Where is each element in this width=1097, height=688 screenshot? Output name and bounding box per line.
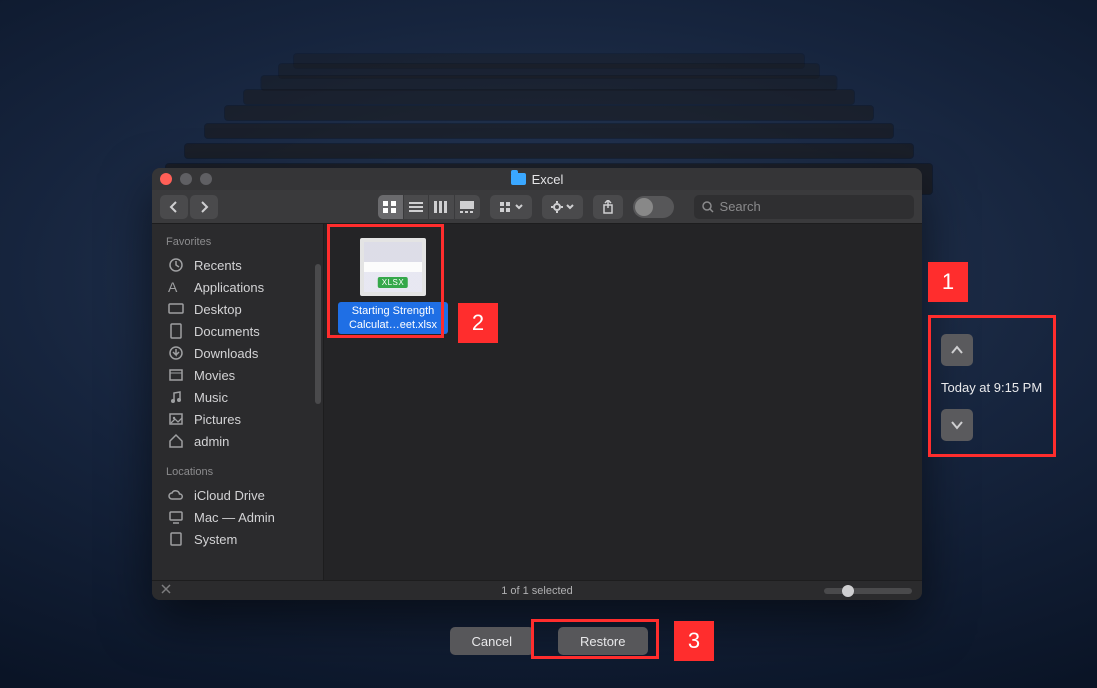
file-item[interactable]: XLSX Starting Strength Calculat…eet.xlsx [338,238,448,334]
chevron-left-icon [169,201,179,213]
doc-icon [168,323,184,339]
nav-back-button[interactable] [160,195,188,219]
timeline-timestamp: Today at 9:15 PM [941,380,1043,395]
home-icon [168,433,184,449]
share-button[interactable] [593,195,623,219]
view-gallery-button[interactable] [455,195,480,219]
titlebar[interactable]: Excel [152,168,922,190]
bottom-buttons: Cancel Restore [0,627,1097,655]
view-column-button[interactable] [429,195,455,219]
sidebar-header-favorites: Favorites [152,232,323,254]
sidebar-item-label: Desktop [194,302,242,317]
desktop-icon [168,301,184,317]
arrange-button[interactable] [490,195,532,219]
sidebar-item-desktop[interactable]: Desktop [152,298,323,320]
icon-size-slider[interactable] [824,588,912,594]
chevron-up-icon [950,343,964,357]
view-mode-segment [378,195,480,219]
tags-toggle[interactable] [633,196,673,218]
gear-icon [551,201,563,213]
download-icon [168,345,184,361]
nav-forward-button[interactable] [190,195,218,219]
view-list-button[interactable] [404,195,430,219]
sidebar-item-label: admin [194,434,229,449]
movie-icon [168,367,184,383]
list-icon [409,201,423,213]
status-bar: 1 of 1 selected [152,580,922,600]
close-icon [160,583,172,595]
sidebar-item-downloads[interactable]: Downloads [152,342,323,364]
action-button[interactable] [542,195,584,219]
sidebar-item-documents[interactable]: Documents [152,320,323,342]
sidebar-item-music[interactable]: Music [152,386,323,408]
sidebar-scrollbar[interactable] [315,264,321,404]
sidebar: Favorites Recents A Applications Desktop… [152,224,324,580]
restore-button[interactable]: Restore [558,627,648,655]
chevron-down-icon [515,204,523,210]
columns-icon [434,201,448,213]
disk-icon [168,531,184,547]
path-button[interactable] [160,583,172,595]
timeline-next-button[interactable] [941,409,973,441]
file-thumbnail: XLSX [360,238,426,296]
toolbar [152,190,922,224]
sidebar-item-label: iCloud Drive [194,488,265,503]
sidebar-item-applications[interactable]: A Applications [152,276,323,298]
cancel-button[interactable]: Cancel [450,627,534,655]
timeline-prev-button[interactable] [941,334,973,366]
file-ext-badge: XLSX [378,277,408,288]
chevron-right-icon [199,201,209,213]
sidebar-item-icloud[interactable]: iCloud Drive [152,484,323,506]
search-field[interactable] [694,195,914,219]
sidebar-item-admin[interactable]: admin [152,430,323,452]
folder-icon [511,173,526,185]
search-input[interactable] [720,199,906,214]
arrange-icon [500,202,512,212]
sidebar-item-label: Mac — Admin [194,510,275,525]
sidebar-item-pictures[interactable]: Pictures [152,408,323,430]
sidebar-item-label: Documents [194,324,260,339]
finder-window: Excel [152,168,922,600]
search-icon [702,201,714,213]
timeline-panel: Today at 9:15 PM [931,324,1053,455]
chevron-down-icon [566,204,574,210]
picture-icon [168,411,184,427]
annotation-number: 1 [928,262,968,302]
sidebar-item-label: Pictures [194,412,241,427]
sidebar-item-label: System [194,532,237,547]
monitor-icon [168,509,184,525]
sidebar-item-mac[interactable]: Mac — Admin [152,506,323,528]
sidebar-header-locations: Locations [152,462,323,484]
music-icon [168,389,184,405]
sidebar-item-movies[interactable]: Movies [152,364,323,386]
sidebar-item-system[interactable]: System [152,528,323,550]
grid-icon [383,201,397,213]
sidebar-item-label: Music [194,390,228,405]
gallery-icon [460,201,474,213]
sidebar-item-label: Recents [194,258,242,273]
file-name-label: Starting Strength Calculat…eet.xlsx [338,302,448,334]
sidebar-item-label: Downloads [194,346,258,361]
clock-icon [168,257,184,273]
view-icon-button[interactable] [378,195,404,219]
sidebar-item-label: Applications [194,280,264,295]
apps-icon: A [168,279,184,295]
window-title-label: Excel [532,172,564,187]
selection-status: 1 of 1 selected [501,585,573,597]
sidebar-item-label: Movies [194,368,235,383]
share-icon [602,200,614,214]
cloud-icon [168,487,184,503]
content-area[interactable]: XLSX Starting Strength Calculat…eet.xlsx [324,224,922,580]
sidebar-item-recents[interactable]: Recents [152,254,323,276]
chevron-down-icon [950,418,964,432]
window-title: Excel [152,172,922,187]
svg-text:A: A [168,279,178,295]
